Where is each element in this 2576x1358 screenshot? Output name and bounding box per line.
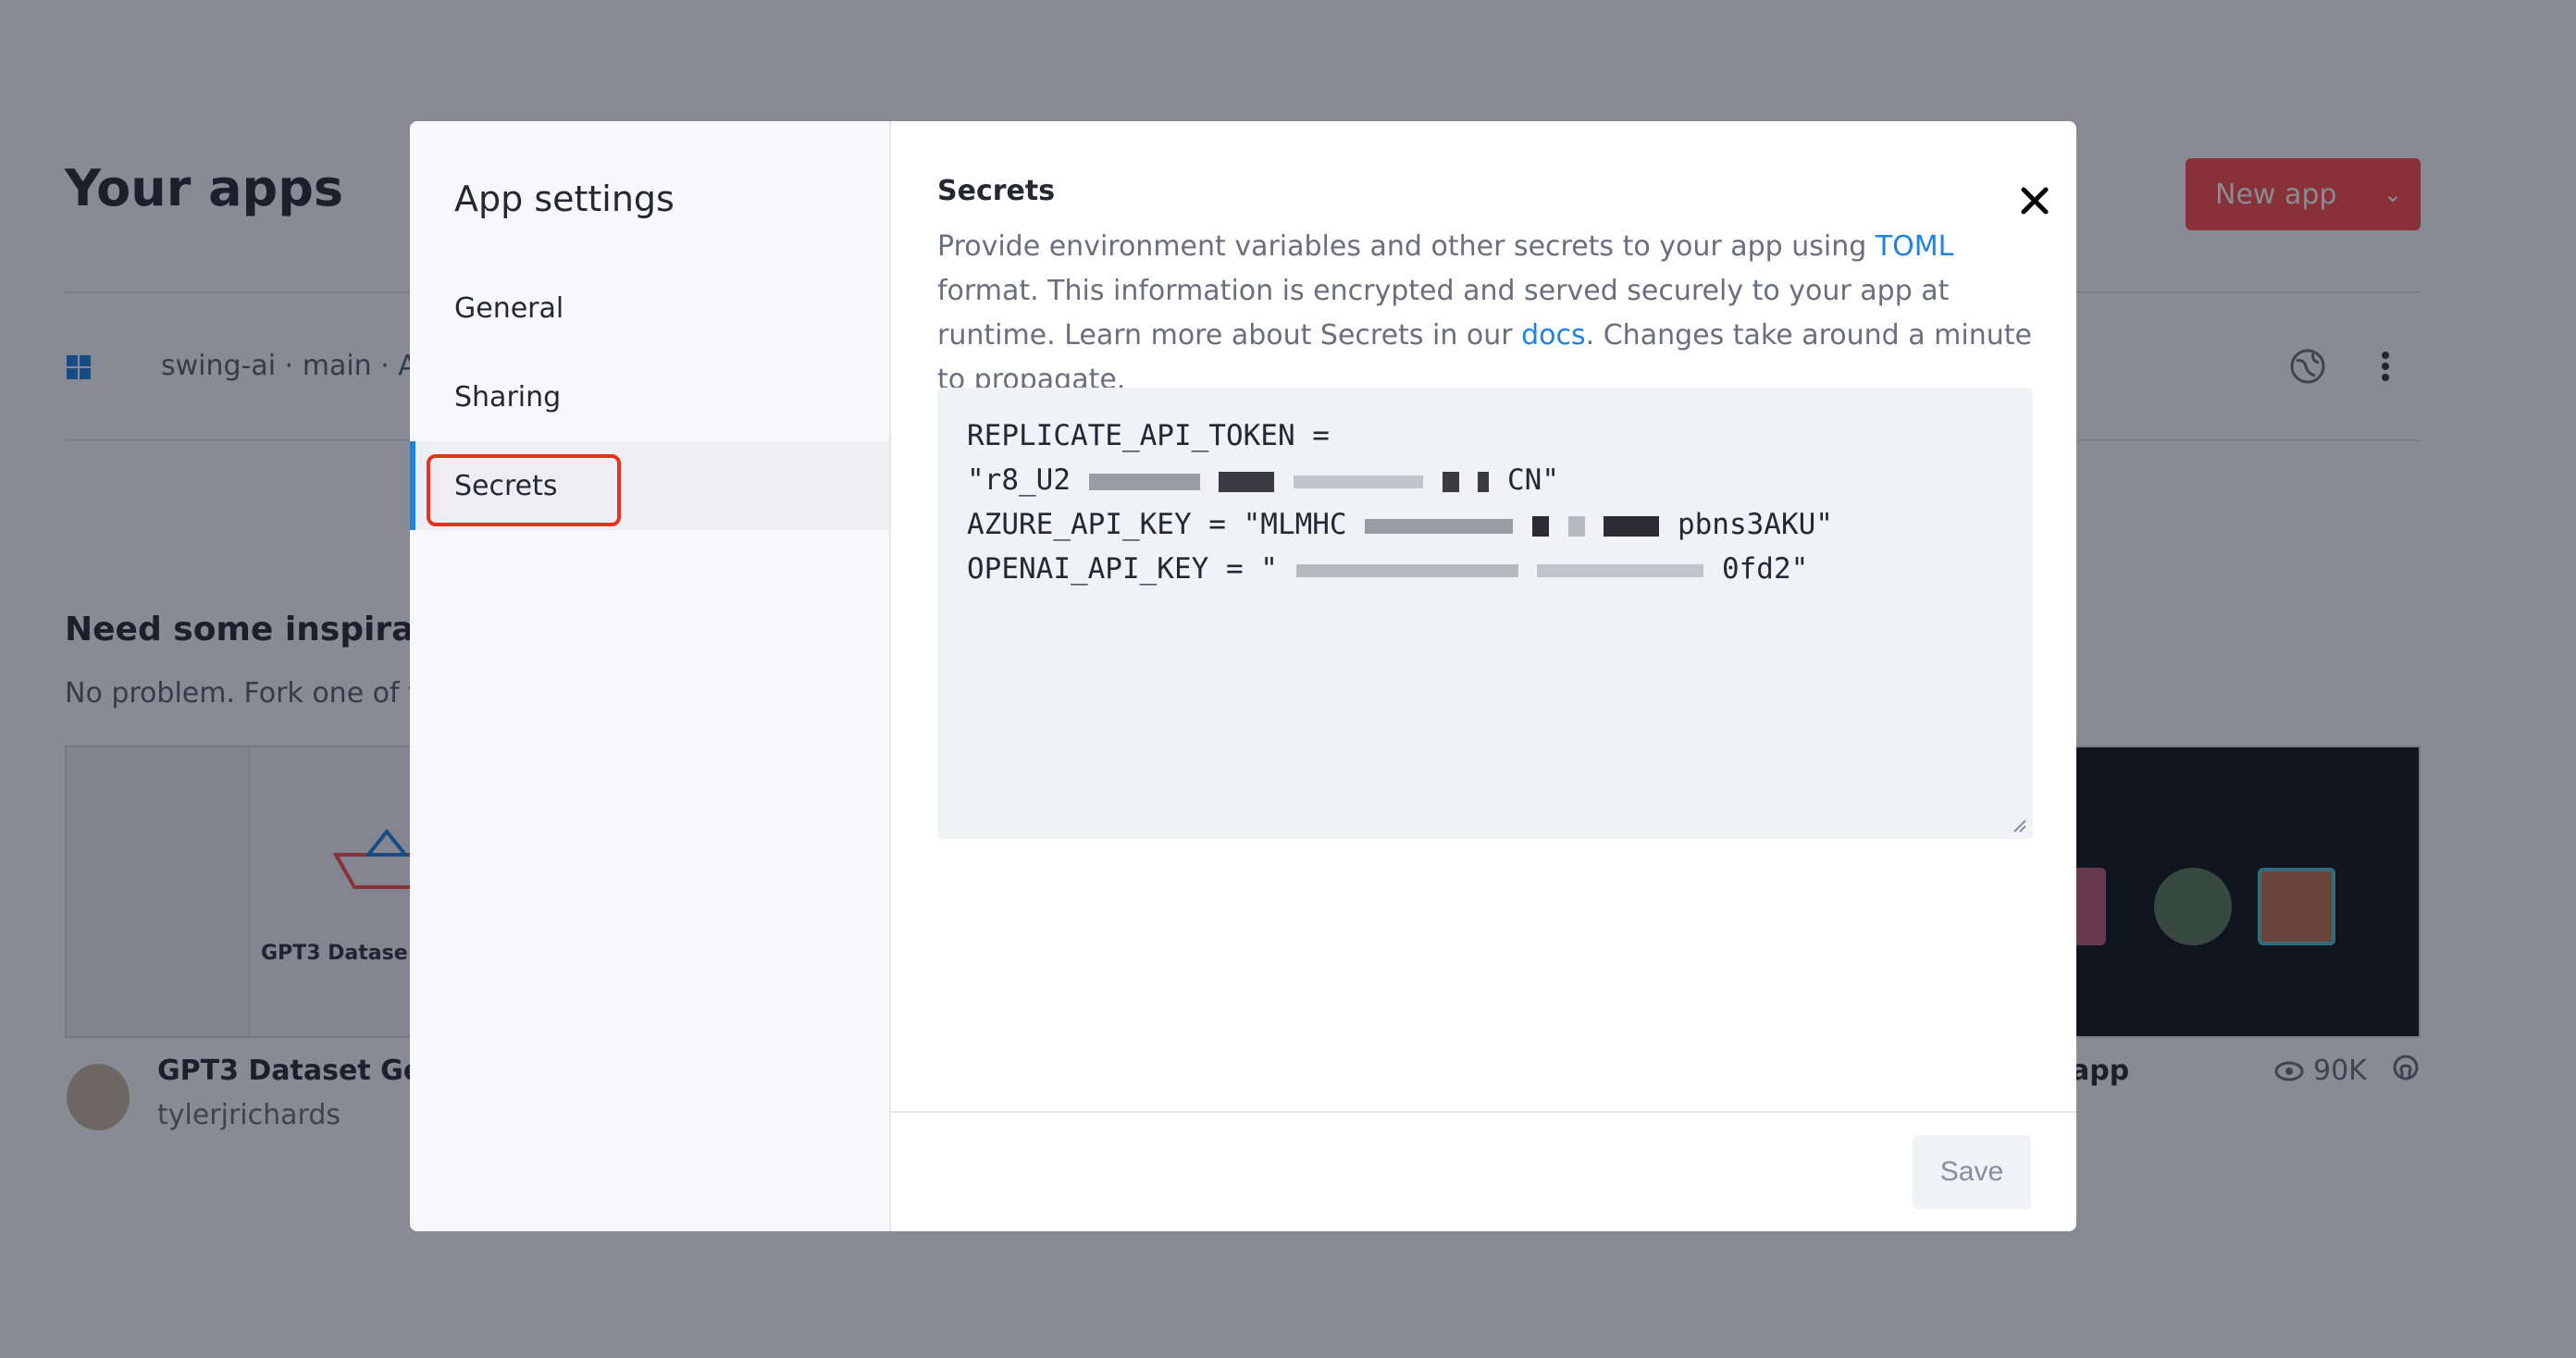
- save-button[interactable]: Save: [1913, 1135, 2031, 1209]
- redaction-blur: [1365, 518, 1514, 534]
- redaction-blur: [1442, 471, 1459, 492]
- secret-line: OPENAI_API_KEY = " 0fd2": [967, 552, 1809, 586]
- secrets-panel: Secrets Provide environment variables an…: [891, 121, 2076, 1231]
- redaction-blur: [1604, 515, 1660, 537]
- secret-line: AZURE_API_KEY = "MLMHC pbns3AKU": [967, 508, 1833, 541]
- resize-handle-icon[interactable]: [2011, 817, 2027, 833]
- settings-sidebar: App settings General Sharing Secrets: [410, 121, 891, 1231]
- redaction-blur: [1294, 475, 1423, 488]
- section-description: Provide environment variables and other …: [937, 230, 2032, 396]
- close-icon[interactable]: [2016, 182, 2053, 219]
- redaction-blur: [1478, 471, 1490, 492]
- redaction-blur: [1219, 471, 1275, 492]
- toml-link[interactable]: TOML: [1876, 230, 1954, 263]
- footer-divider: [891, 1111, 2076, 1113]
- redaction-blur: [1537, 563, 1704, 577]
- sidebar-item-sharing[interactable]: Sharing: [410, 352, 889, 441]
- sidebar-item-secrets[interactable]: Secrets: [410, 441, 889, 530]
- secret-line: REPLICATE_API_TOKEN =: [967, 419, 1330, 452]
- sidebar-item-general[interactable]: General: [410, 264, 889, 352]
- docs-link[interactable]: docs: [1521, 319, 1586, 352]
- redaction-blur: [1088, 473, 1200, 490]
- app-settings-dialog: App settings General Sharing Secrets Sec…: [410, 121, 2076, 1231]
- redaction-blur: [1567, 515, 1585, 537]
- secret-line: "r8_U2 CN": [967, 463, 1560, 497]
- dialog-title: App settings: [454, 179, 675, 219]
- redaction-blur: [1531, 515, 1549, 537]
- section-title: Secrets: [937, 175, 1056, 207]
- secrets-textarea[interactable]: REPLICATE_API_TOKEN = "r8_U2 CN" AZURE_A…: [937, 388, 2033, 839]
- redaction-blur: [1295, 563, 1518, 577]
